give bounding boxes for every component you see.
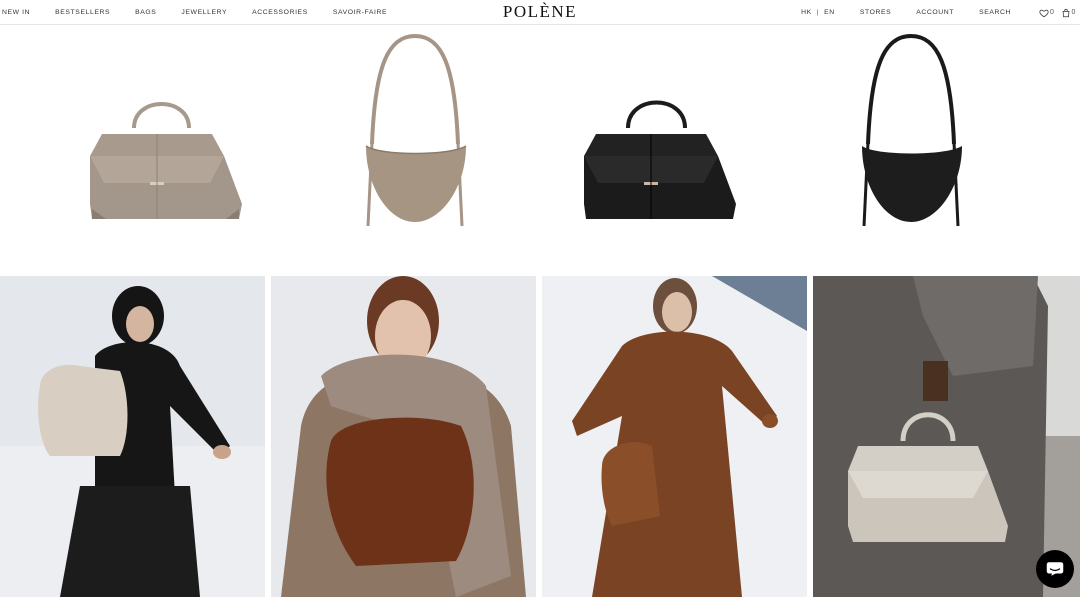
search-link[interactable]: SEARCH	[979, 9, 1011, 16]
region-label[interactable]: HK	[801, 9, 812, 16]
nav-savoir-faire[interactable]: SAVOIR-FAIRE	[333, 9, 387, 16]
locale-selector[interactable]: HK | EN	[801, 9, 835, 16]
black-top-handle-bag-image	[584, 100, 736, 219]
product-card-taupe-top-handle[interactable]	[34, 26, 304, 274]
chat-button[interactable]	[1036, 550, 1074, 588]
nav-accessories[interactable]: ACCESSORIES	[252, 9, 308, 16]
taupe-top-handle-bag-image	[90, 102, 242, 219]
nav-new-in[interactable]: NEW IN	[2, 9, 30, 16]
product-row	[0, 26, 1080, 274]
wishlist-button[interactable]: 0	[1039, 8, 1055, 18]
model-grey-knit-handbag-image	[813, 276, 1080, 597]
taupe-crescent-shoulder-bag-image	[365, 33, 467, 227]
editorial-tile-4[interactable]	[813, 276, 1080, 597]
model-camel-coat-bucket-bag-image	[542, 276, 807, 597]
editorial-grid	[0, 276, 1080, 597]
language-label[interactable]: EN	[824, 9, 835, 16]
cart-button[interactable]: 0	[1061, 8, 1077, 18]
product-card-black-crescent[interactable]	[776, 26, 1046, 274]
stores-link[interactable]: STORES	[860, 9, 891, 16]
brand-logo[interactable]: POLÈNE	[503, 2, 577, 21]
editorial-tile-1[interactable]	[0, 276, 265, 597]
nav-bags[interactable]: BAGS	[135, 9, 156, 16]
wishlist-count: 0	[1050, 9, 1055, 16]
main-nav: NEW IN BESTSELLERS BAGS JEWELLERY ACCESS…	[2, 0, 412, 25]
nav-jewellery[interactable]: JEWELLERY	[181, 9, 227, 16]
model-black-coat-backpack-image	[0, 276, 265, 597]
locale-separator: |	[816, 9, 820, 16]
black-crescent-shoulder-bag-image	[862, 33, 962, 227]
product-card-taupe-crescent[interactable]	[280, 26, 550, 274]
bag-icon	[1062, 8, 1069, 17]
cart-count: 0	[1071, 9, 1076, 16]
site-header: NEW IN BESTSELLERS BAGS JEWELLERY ACCESS…	[0, 0, 1080, 25]
heart-icon	[1039, 9, 1049, 17]
account-link[interactable]: ACCOUNT	[916, 9, 954, 16]
product-card-black-top-handle[interactable]	[530, 26, 800, 274]
editorial-tile-3[interactable]	[542, 276, 807, 597]
model-grey-scarf-brown-bag-image	[271, 276, 536, 597]
nav-bestsellers[interactable]: BESTSELLERS	[55, 9, 110, 16]
editorial-tile-2[interactable]	[271, 276, 536, 597]
utility-nav: HK | EN STORES ACCOUNT SEARCH 0 0	[801, 0, 1076, 25]
chat-icon	[1046, 562, 1064, 576]
